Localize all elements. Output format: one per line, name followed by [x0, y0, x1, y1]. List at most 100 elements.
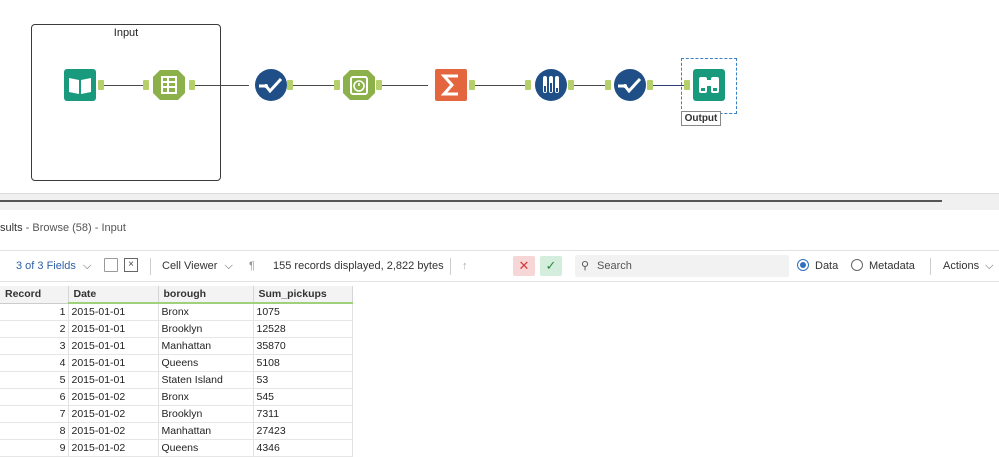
borough-cell[interactable]: Queens [158, 439, 254, 457]
table-row[interactable]: 3 2015-01-01 Manhattan 35870 [0, 337, 353, 355]
column-header-sum-pickups[interactable]: Sum_pickups [253, 286, 353, 304]
table-row[interactable]: 5 2015-01-01 Staten Island 53 [0, 371, 353, 389]
record-cell: 6 [0, 388, 69, 406]
splitter-line [0, 200, 942, 202]
table-row[interactable]: 4 2015-01-01 Queens 5108 [0, 354, 353, 372]
column-header-record[interactable]: Record [0, 286, 69, 304]
date-cell[interactable]: 2015-01-02 [68, 422, 159, 440]
table-row[interactable]: 7 2015-01-02 Brooklyn 7311 [0, 405, 353, 423]
input-data-tool[interactable] [63, 68, 97, 102]
borough-cell[interactable]: Manhattan [158, 422, 254, 440]
borough-cell[interactable]: Bronx [158, 303, 254, 321]
connection-wire[interactable] [379, 85, 428, 86]
book-icon [64, 69, 96, 101]
input-anchor[interactable] [605, 80, 611, 90]
borough-cell[interactable]: Bronx [158, 388, 254, 406]
cell-viewer-label: Cell Viewer [162, 260, 218, 272]
connection-wire[interactable] [292, 85, 339, 86]
arrow-up-icon[interactable]: ↑ [462, 251, 468, 281]
borough-cell[interactable]: Queens [158, 354, 254, 372]
confirm-button[interactable]: ✓ [540, 256, 562, 276]
borough-cell[interactable]: Staten Island [158, 371, 254, 389]
output-anchor[interactable] [469, 80, 475, 90]
connection-wire[interactable] [195, 85, 249, 86]
date-cell[interactable]: 2015-01-02 [68, 405, 159, 423]
input-container[interactable]: Input [31, 24, 221, 181]
data-cleansing-tool[interactable] [254, 68, 288, 102]
pane-splitter[interactable] [0, 193, 999, 211]
record-cell: 8 [0, 422, 69, 440]
date-cell[interactable]: 2015-01-01 [68, 303, 159, 321]
connection-wire[interactable] [574, 85, 607, 86]
table-row[interactable]: 2 2015-01-01 Brooklyn 12528 [0, 320, 353, 338]
date-cell[interactable]: 2015-01-02 [68, 388, 159, 406]
borough-cell[interactable]: Brooklyn [158, 320, 254, 338]
date-cell[interactable]: 2015-01-01 [68, 371, 159, 389]
results-table: Record Date borough Sum_pickups 1 2015-0… [0, 286, 353, 457]
connection-wire[interactable] [474, 85, 527, 86]
header-row: Record Date borough Sum_pickups [0, 286, 353, 304]
results-title-rest: - Browse (58) - Input [22, 222, 126, 234]
record-cell: 1 [0, 303, 69, 321]
cell-viewer-dropdown[interactable]: Cell Viewer ⌵ [162, 251, 233, 281]
test-tool[interactable] [534, 68, 568, 102]
sum-pickups-cell[interactable]: 35870 [253, 337, 353, 355]
data-radio-label[interactable]: Data [815, 251, 838, 281]
date-cell[interactable]: 2015-01-02 [68, 439, 159, 457]
column-header-borough[interactable]: borough [158, 286, 254, 304]
column-header-date[interactable]: Date [68, 286, 159, 304]
table-row[interactable]: 6 2015-01-02 Bronx 545 [0, 388, 353, 406]
actions-dropdown[interactable]: Actions ⌵ [943, 251, 993, 281]
connection-wire[interactable] [652, 85, 684, 86]
toolbar-divider [930, 258, 931, 275]
results-grid[interactable]: Record Date borough Sum_pickups 1 2015-0… [0, 286, 353, 457]
borough-cell[interactable]: Brooklyn [158, 405, 254, 423]
chevron-down-icon: ⌵ [82, 260, 92, 272]
input-anchor[interactable] [684, 80, 690, 90]
date-cell[interactable]: 2015-01-01 [68, 354, 159, 372]
metadata-radio[interactable] [851, 259, 863, 271]
sum-pickups-cell[interactable]: 4346 [253, 439, 353, 457]
table-row[interactable]: 1 2015-01-01 Bronx 1075 [0, 303, 353, 321]
output-anchor[interactable] [98, 80, 104, 90]
output-anchor[interactable] [287, 80, 293, 90]
sum-pickups-cell[interactable]: 1075 [253, 303, 353, 321]
input-anchor[interactable] [143, 80, 149, 90]
fields-dropdown[interactable]: 3 of 3 Fields ⌵ [16, 251, 91, 281]
table-row[interactable]: 9 2015-01-02 Queens 4346 [0, 439, 353, 457]
data-cleansing-tool-2[interactable] [613, 68, 647, 102]
data-radio[interactable] [797, 259, 809, 271]
sum-pickups-cell[interactable]: 7311 [253, 405, 353, 423]
sum-pickups-cell[interactable]: 53 [253, 371, 353, 389]
chevron-down-icon: ⌵ [985, 260, 994, 272]
sum-pickups-cell[interactable]: 5108 [253, 354, 353, 372]
record-cell: 5 [0, 371, 69, 389]
date-cell[interactable]: 2015-01-01 [68, 320, 159, 338]
cancel-button[interactable]: ✕ [513, 256, 535, 276]
browse-tool[interactable] [692, 68, 726, 102]
select-columns-icon [153, 70, 185, 100]
sum-pickups-cell[interactable]: 27423 [253, 422, 353, 440]
sum-pickups-cell[interactable]: 545 [253, 388, 353, 406]
output-anchor[interactable] [189, 80, 195, 90]
input-anchor[interactable] [525, 80, 531, 90]
datetime-tool[interactable] [342, 68, 376, 102]
pilcrow-icon[interactable]: ¶ [249, 251, 255, 281]
output-anchor[interactable] [376, 80, 382, 90]
input-anchor[interactable] [334, 80, 340, 90]
table-row[interactable]: 8 2015-01-02 Manhattan 27423 [0, 422, 353, 440]
date-cell[interactable]: 2015-01-01 [68, 337, 159, 355]
metadata-radio-label[interactable]: Metadata [869, 251, 915, 281]
edit-fields-icon[interactable] [104, 258, 118, 272]
select-tool[interactable] [152, 68, 186, 102]
summarize-tool[interactable] [434, 68, 468, 102]
clear-fields-icon[interactable]: × [124, 258, 138, 272]
output-anchor[interactable] [647, 80, 653, 90]
workflow-canvas[interactable]: Input Output [0, 0, 999, 196]
check-line-icon [255, 69, 287, 101]
search-input[interactable]: ⚲ Search [575, 255, 789, 277]
record-cell: 4 [0, 354, 69, 372]
borough-cell[interactable]: Manhattan [158, 337, 254, 355]
sum-pickups-cell[interactable]: 12528 [253, 320, 353, 338]
output-anchor[interactable] [568, 80, 574, 90]
